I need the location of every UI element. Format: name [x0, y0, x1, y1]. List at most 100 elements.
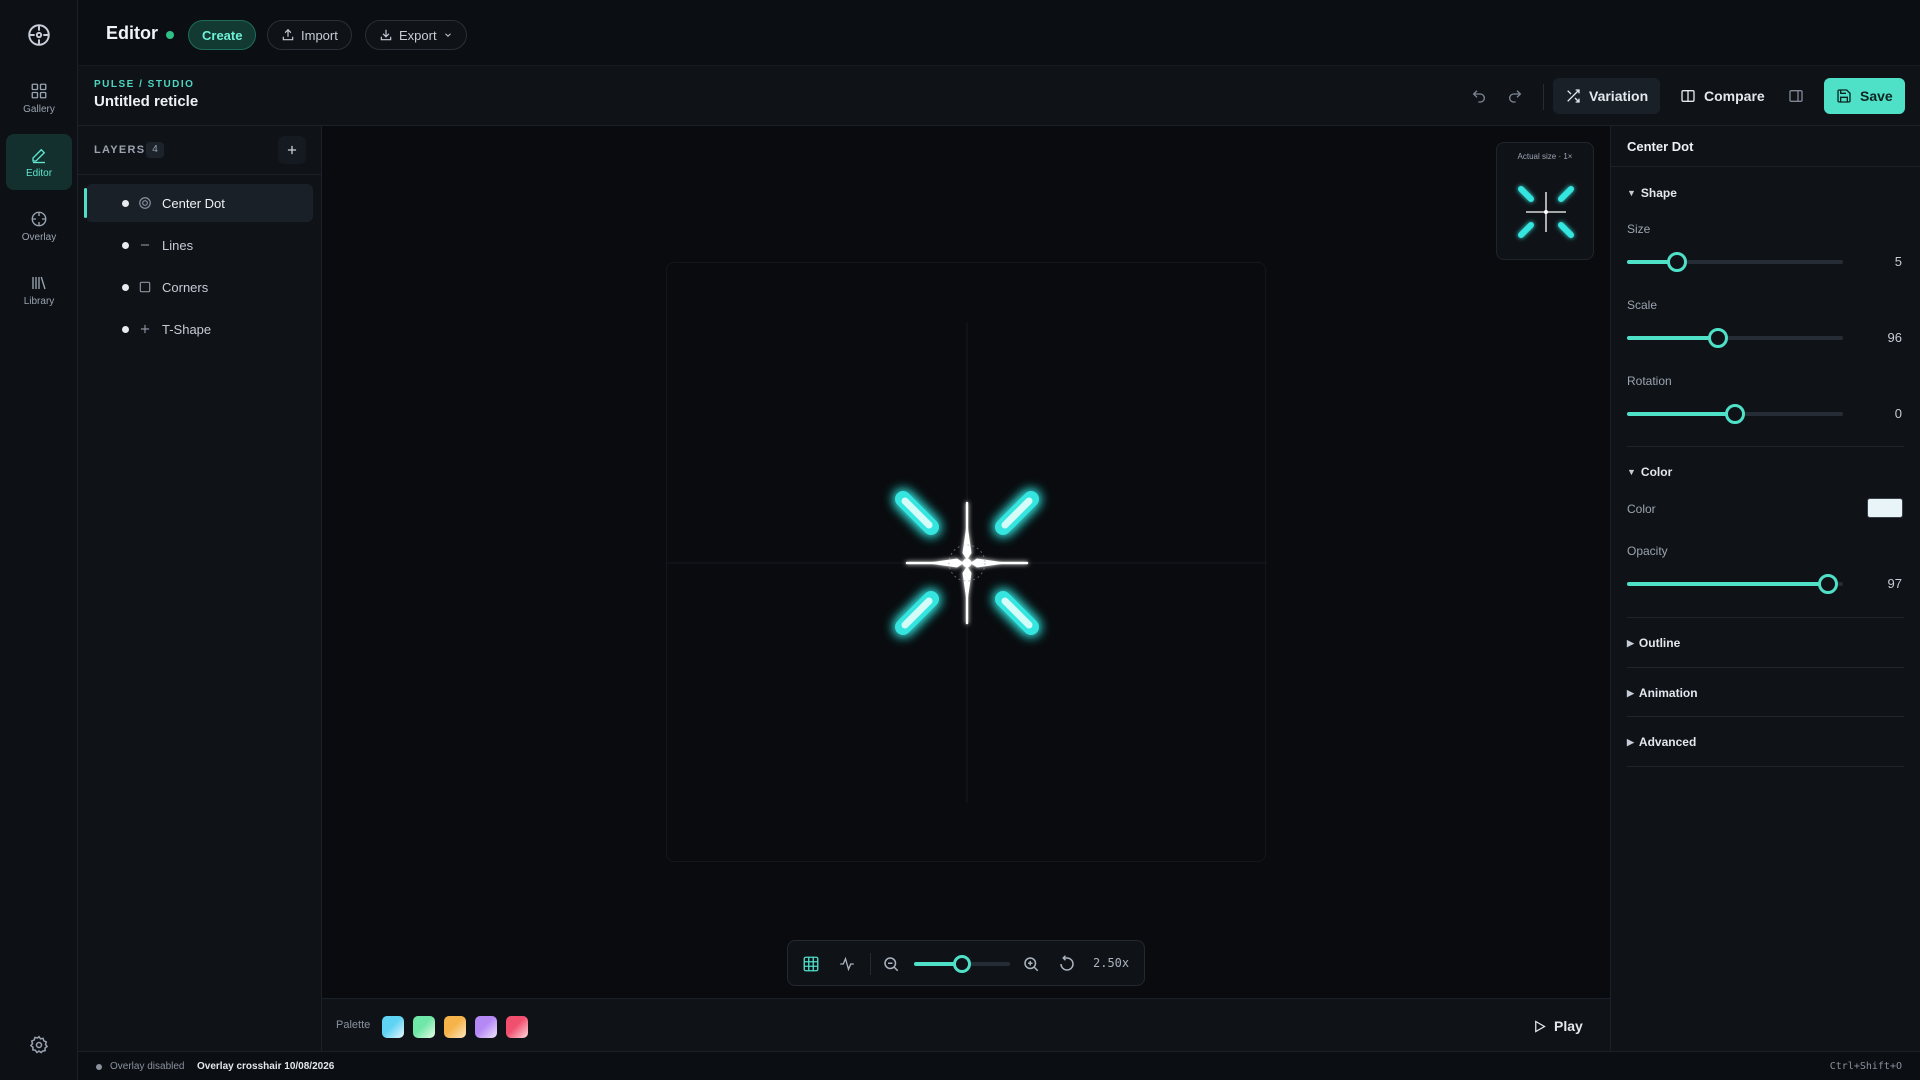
slider-fill	[1627, 582, 1828, 586]
document-title[interactable]: Untitled reticle	[94, 93, 198, 110]
rotation-slider[interactable]	[1627, 404, 1843, 424]
download-icon	[380, 29, 392, 41]
compare-button[interactable]: Compare	[1668, 78, 1777, 114]
zoom-slider-thumb[interactable]	[953, 955, 971, 973]
caret-down-icon: ▼	[1627, 467, 1636, 477]
play-button[interactable]: Play	[1532, 1013, 1583, 1039]
export-dropdown-button[interactable]: Export	[365, 20, 467, 50]
layers-divider	[78, 174, 321, 175]
chevron-down-icon	[444, 33, 451, 37]
section-divider	[1627, 766, 1904, 767]
scale-slider[interactable]	[1627, 328, 1843, 348]
size-value[interactable]: 5	[1895, 254, 1902, 269]
plus-icon	[140, 324, 150, 334]
section-advanced-header[interactable]: ▶ Advanced	[1627, 735, 1696, 749]
rotation-value[interactable]: 0	[1895, 406, 1902, 421]
visibility-dot[interactable]	[122, 283, 129, 291]
zoom-in-icon[interactable]	[1022, 955, 1040, 973]
caret-right-icon: ▶	[1627, 687, 1634, 698]
play-button-label: Play	[1554, 1018, 1583, 1034]
undo-icon[interactable]	[1466, 83, 1492, 109]
visibility-dot[interactable]	[122, 241, 129, 249]
split-view-icon	[1681, 90, 1695, 102]
palette-swatch-purple[interactable]	[475, 1016, 497, 1038]
upload-icon	[282, 28, 294, 41]
rail-item-overlay[interactable]: Overlay	[6, 198, 72, 254]
save-button[interactable]: Save	[1824, 78, 1905, 114]
slider-fill	[1627, 412, 1735, 416]
zoom-slider[interactable]	[914, 955, 1010, 973]
rail-item-library[interactable]: Library	[6, 262, 72, 318]
status-bar: Overlay disabled Overlay crosshair 10/08…	[78, 1051, 1920, 1080]
square-icon	[139, 281, 151, 293]
rail-item-label: Editor	[25, 167, 53, 179]
layer-row-t-shape[interactable]: T-Shape	[86, 310, 313, 348]
variation-button[interactable]: Variation	[1553, 78, 1661, 114]
opacity-value[interactable]: 97	[1888, 576, 1902, 591]
settings-gear-icon[interactable]	[29, 1035, 49, 1055]
palette-swatch-red[interactable]	[506, 1016, 528, 1038]
grid-toggle-icon[interactable]	[802, 955, 820, 973]
palette-swatch-green[interactable]	[413, 1016, 435, 1038]
section-title: Shape	[1640, 186, 1677, 200]
opacity-slider[interactable]	[1627, 574, 1843, 594]
grid-icon	[31, 83, 47, 98]
caret-right-icon: ▶	[1627, 736, 1634, 747]
section-animation-header[interactable]: ▶ Animation	[1627, 686, 1698, 700]
floppy-disk-icon	[1837, 89, 1851, 103]
properties-panel: Center Dot ▼ Shape Size 5 Scale 96 Rotat…	[1610, 126, 1920, 1051]
scale-value[interactable]: 96	[1888, 330, 1902, 345]
toolbar-divider	[870, 953, 871, 975]
canvas-toolbar: 2.50x	[787, 940, 1145, 986]
section-divider	[1627, 667, 1904, 668]
save-button-label: Save	[1860, 88, 1893, 104]
rail-item-label: Gallery	[23, 103, 55, 115]
target-icon	[139, 197, 151, 209]
section-shape-header[interactable]: ▼ Shape	[1627, 186, 1677, 200]
actual-size-preview: Actual size · 1×	[1496, 142, 1594, 260]
rail-item-editor[interactable]: Editor	[6, 134, 72, 190]
export-button-label: Export	[399, 27, 437, 43]
redo-icon[interactable]	[1502, 83, 1528, 109]
size-slider[interactable]	[1627, 252, 1843, 272]
palette-label: Palette	[336, 1019, 371, 1031]
pulse-icon[interactable]	[838, 955, 856, 973]
add-layer-button[interactable]	[278, 136, 306, 164]
import-button[interactable]: Import	[267, 20, 352, 50]
section-title: Outline	[1638, 636, 1681, 650]
palette-swatch-cyan[interactable]	[382, 1016, 404, 1038]
section-divider	[1627, 446, 1904, 447]
rail-item-label: Overlay	[21, 231, 57, 243]
top-bar: Editor Create Import Export	[78, 0, 1920, 66]
color-picker-swatch[interactable]	[1867, 498, 1903, 518]
palette-swatch-orange[interactable]	[444, 1016, 466, 1038]
section-outline-header[interactable]: ▶ Outline	[1627, 636, 1680, 650]
reset-zoom-icon[interactable]	[1058, 955, 1076, 973]
layer-row-lines[interactable]: Lines	[86, 226, 313, 264]
create-button[interactable]: Create	[188, 20, 257, 50]
visibility-dot[interactable]	[122, 325, 129, 333]
layer-row-center-dot[interactable]: Center Dot	[84, 184, 313, 222]
palette-bar: Palette Play	[322, 998, 1610, 1051]
caret-down-icon: ▼	[1627, 188, 1636, 198]
section-color-header[interactable]: ▼ Color	[1627, 465, 1672, 479]
rail-item-gallery[interactable]: Gallery	[6, 70, 72, 126]
visibility-dot[interactable]	[122, 199, 129, 207]
canvas-stage[interactable]	[666, 262, 1267, 862]
create-button-label: Create	[202, 27, 243, 43]
crosshair-logo-icon[interactable]	[26, 22, 52, 48]
layer-label: Lines	[162, 237, 194, 253]
slider-thumb[interactable]	[1725, 404, 1745, 424]
toggle-panel-icon[interactable]	[1783, 83, 1809, 109]
zoom-out-icon[interactable]	[882, 955, 900, 973]
reticle-canvas[interactable]: Actual size · 1× 2.50x	[322, 126, 1610, 998]
slider-thumb[interactable]	[1666, 252, 1687, 272]
document-header: PULSE / STUDIO Untitled reticle Variatio…	[78, 66, 1920, 126]
overlay-state-text: Overlay disabled	[110, 1061, 185, 1072]
layer-row-corners[interactable]: Corners	[86, 268, 313, 306]
slider-thumb[interactable]	[1707, 328, 1728, 348]
breadcrumb[interactable]: PULSE / STUDIO	[94, 79, 194, 90]
overlay-status-dot	[96, 1064, 102, 1070]
slider-thumb[interactable]	[1817, 574, 1838, 594]
app-title: Editor	[106, 23, 158, 43]
